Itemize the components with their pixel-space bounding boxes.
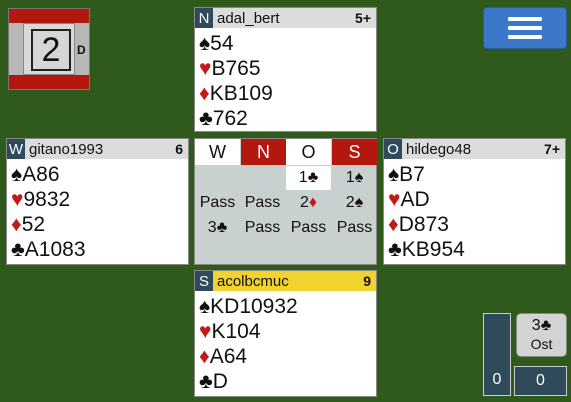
club-icon: ♣ (199, 107, 213, 130)
spade-icon: ♠ (11, 163, 23, 186)
tricks-counter-ew: 0 (514, 366, 567, 396)
north-diamonds[interactable]: ♦KB109 (199, 81, 273, 106)
hcp-north: 5+ (355, 10, 371, 26)
north-header: N adal_bert 5+ (195, 8, 376, 28)
tricks-ns-value: 0 (492, 371, 502, 388)
heart-icon: ♥ (388, 188, 401, 211)
hamburger-menu-icon (508, 17, 542, 21)
south-header: S acolbcmuc 9 (195, 271, 376, 291)
diamond-icon: ♦ (199, 82, 210, 105)
board-number: 2 (31, 29, 71, 71)
bid-header-east: O (286, 139, 331, 165)
south-hearts[interactable]: ♥K104 (199, 319, 298, 344)
diamond-icon: ♦ (308, 194, 318, 211)
bid-cell[interactable]: Pass (332, 216, 377, 240)
bid-cell[interactable]: Pass (286, 216, 331, 240)
bid-cell[interactable]: 1♠ (332, 166, 377, 190)
diamond-icon: ♦ (11, 213, 22, 236)
club-icon: ♣ (388, 238, 402, 261)
player-name-west[interactable]: gitano1993 (29, 141, 175, 158)
west-diamonds[interactable]: ♦52 (11, 212, 86, 237)
bid-cell[interactable]: 1♣ (286, 166, 331, 190)
heart-icon: ♥ (11, 188, 24, 211)
bid-cell[interactable]: 2♠ (332, 191, 377, 215)
east-hearts[interactable]: ♥AD (388, 187, 465, 212)
west-clubs[interactable]: ♣A1083 (11, 237, 86, 262)
tricks-counter-ns: 0 (483, 313, 511, 396)
west-hearts[interactable]: ♥9832 (11, 187, 86, 212)
contract-value: 3♣ (531, 317, 552, 334)
spade-icon: ♠ (199, 295, 211, 318)
hcp-east: 7+ (544, 141, 560, 157)
spade-icon: ♠ (388, 163, 400, 186)
player-name-north[interactable]: adal_bert (217, 10, 355, 27)
club-icon: ♣ (11, 238, 25, 261)
hamburger-menu-icon-bar (508, 26, 542, 30)
heart-icon: ♥ (199, 57, 212, 80)
player-name-east[interactable]: hildego48 (406, 141, 544, 158)
east-hand: O hildego48 7+ ♠B7 ♥AD ♦D873 ♣KB954 (383, 138, 566, 265)
bid-cell[interactable]: Pass (195, 191, 240, 215)
seat-badge-south: S (195, 271, 213, 291)
bid-header-south: S (332, 139, 377, 165)
south-diamonds[interactable]: ♦A64 (199, 344, 298, 369)
club-icon: ♣ (199, 370, 213, 393)
bidding-history: W N O S 1♣ 1♠ Pass Pass 2 ♦ 2♠ 3♣ Pass Pa… (194, 138, 377, 265)
board-indicator: 2 D (8, 8, 90, 90)
west-hand: W gitano1993 6 ♠A86 ♥9832 ♦52 ♣A1083 (6, 138, 189, 265)
north-hearts[interactable]: ♥B765 (199, 56, 273, 81)
bid-cell[interactable]: Pass (240, 216, 285, 240)
heart-icon: ♥ (199, 320, 212, 343)
south-spades[interactable]: ♠KD10932 (199, 294, 298, 319)
hcp-south: 9 (363, 273, 371, 289)
north-clubs[interactable]: ♣762 (199, 106, 273, 131)
east-diamonds[interactable]: ♦D873 (388, 212, 465, 237)
vulnerability-bar-south (9, 75, 89, 89)
player-name-south[interactable]: acolbcmuc (217, 273, 363, 290)
south-clubs[interactable]: ♣D (199, 369, 298, 394)
bid-cell[interactable]: 3♣ (195, 216, 240, 240)
bid-cell[interactable]: Pass (240, 191, 285, 215)
east-header: O hildego48 7+ (384, 139, 565, 159)
bid-header-west: W (195, 139, 240, 165)
diamond-icon: ♦ (388, 213, 399, 236)
dealer-label: D (77, 43, 86, 57)
seat-badge-north: N (195, 8, 213, 28)
vulnerability-bar-north (9, 9, 89, 23)
menu-button[interactable] (483, 7, 567, 49)
east-spades[interactable]: ♠B7 (388, 162, 465, 187)
spade-icon: ♠ (199, 32, 211, 55)
east-clubs[interactable]: ♣KB954 (388, 237, 465, 262)
contract-display: 3♣ Ost (516, 313, 567, 357)
hcp-west: 6 (175, 141, 183, 157)
seat-badge-west: W (7, 139, 25, 159)
north-hand: N adal_bert 5+ ♠54 ♥B765 ♦KB109 ♣762 (194, 7, 377, 132)
west-header: W gitano1993 6 (7, 139, 188, 159)
declarer-label: Ost (530, 336, 553, 352)
bid-cell[interactable]: 2 ♦ (286, 191, 331, 215)
seat-badge-east: O (384, 139, 402, 159)
bid-header-north: N (241, 139, 286, 165)
hamburger-menu-icon-bar (508, 35, 542, 39)
diamond-icon: ♦ (199, 345, 210, 368)
north-spades[interactable]: ♠54 (199, 31, 273, 56)
south-hand: S acolbcmuc 9 ♠KD10932 ♥K104 ♦A64 ♣D (194, 270, 377, 397)
west-spades[interactable]: ♠A86 (11, 162, 86, 187)
